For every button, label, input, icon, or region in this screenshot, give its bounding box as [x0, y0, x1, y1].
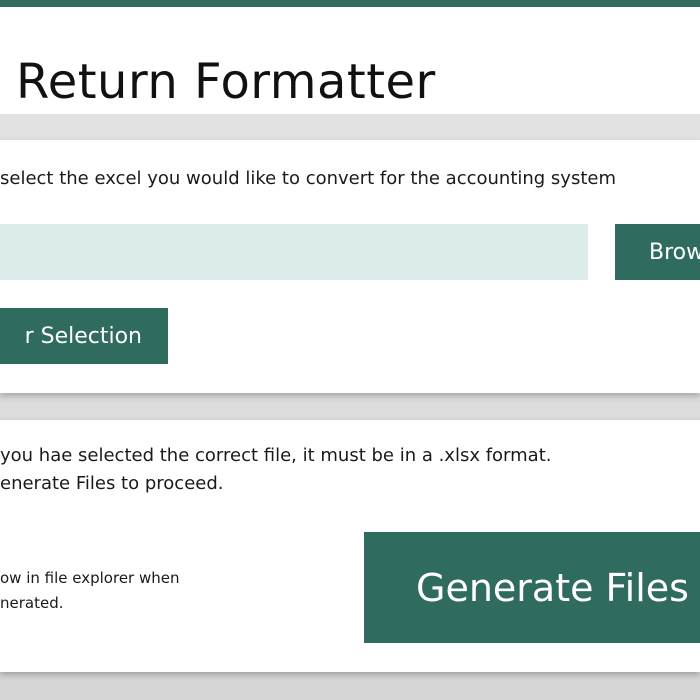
- app-window: Return Formatter select the excel you wo…: [0, 0, 700, 700]
- page-title: Return Formatter: [16, 54, 436, 110]
- generate-card: you hae selected the correct file, it mu…: [0, 420, 700, 672]
- title-card: Return Formatter: [0, 7, 700, 114]
- generate-files-button[interactable]: Generate Files: [364, 532, 700, 643]
- clear-selection-button[interactable]: r Selection: [0, 308, 168, 364]
- browse-button[interactable]: Brow: [615, 224, 700, 280]
- top-accent-bar: [0, 0, 700, 7]
- explorer-note: ow in file explorer when nerated.: [0, 566, 180, 616]
- select-instruction: select the excel you would like to conve…: [0, 168, 617, 189]
- explorer-note-line-2: nerated.: [0, 594, 64, 612]
- explorer-note-line-1: ow in file explorer when: [0, 569, 180, 587]
- file-path-input[interactable]: [0, 224, 588, 280]
- file-info-line-2: enerate Files to proceed.: [0, 473, 224, 494]
- file-info-text: you hae selected the correct file, it mu…: [0, 442, 552, 498]
- file-info-line-1: you hae selected the correct file, it mu…: [0, 445, 552, 466]
- file-selection-card: select the excel you would like to conve…: [0, 140, 700, 393]
